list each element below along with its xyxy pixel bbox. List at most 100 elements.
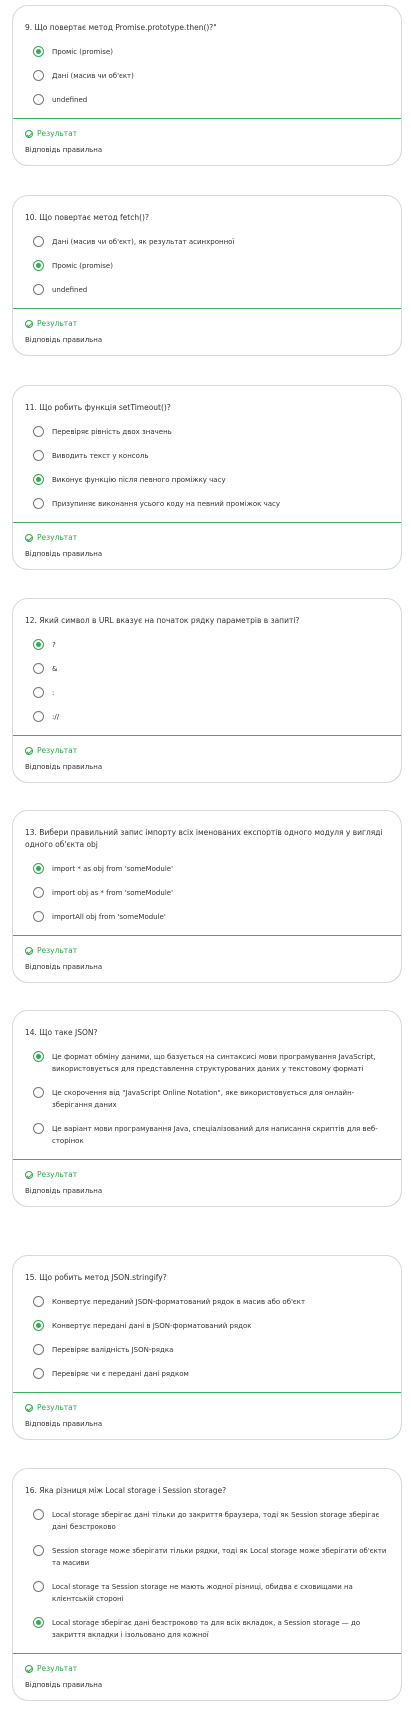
quiz-results-page: 9. Що повертає метод Promise.prototype.t… xyxy=(0,0,411,1718)
check-circle-icon xyxy=(25,1404,33,1412)
result-title: Результат xyxy=(37,946,78,955)
result-panel: Результат Відповідь правильна xyxy=(13,522,401,569)
option-label: Це варіант мови програмування Java, спец… xyxy=(52,1125,378,1145)
answer-option[interactable]: Проміс (promise) xyxy=(25,46,389,58)
answer-option[interactable]: Це скорочення від "JavaScript Online Not… xyxy=(25,1087,389,1111)
answer-option[interactable]: Призупиняє виконання усього коду на певн… xyxy=(25,498,389,510)
answer-option[interactable]: Local storage та Session storage не мают… xyxy=(25,1581,389,1605)
radio[interactable] xyxy=(33,663,44,674)
answer-option[interactable]: Session storage може зберігати тільки ря… xyxy=(25,1545,389,1569)
answer-option[interactable]: Перевіряє валідність JSON-рядка xyxy=(25,1344,389,1356)
radio[interactable] xyxy=(33,1296,44,1307)
answer-option[interactable]: :// xyxy=(25,711,389,723)
radio-selected[interactable] xyxy=(33,46,44,57)
result-panel: Результат Відповідь правильна xyxy=(13,1653,401,1700)
option-label: Перевіряє чи є передані дані рядком xyxy=(52,1370,189,1378)
answer-option[interactable]: Конвертує переданий JSON-форматований ря… xyxy=(25,1296,389,1308)
radio-selected[interactable] xyxy=(33,1320,44,1331)
radio[interactable] xyxy=(33,426,44,437)
option-label: : xyxy=(52,689,55,697)
radio[interactable] xyxy=(33,94,44,105)
radio-selected[interactable] xyxy=(33,1051,44,1062)
result-panel: Результат Відповідь правильна xyxy=(13,1159,401,1206)
answer-option[interactable]: importAll obj from 'someModule' xyxy=(25,911,389,923)
answer-option[interactable]: & xyxy=(25,663,389,675)
result-title: Результат xyxy=(37,129,78,138)
answer-option[interactable]: Виконує функцію після певного проміжку ч… xyxy=(25,474,389,486)
radio[interactable] xyxy=(33,1087,44,1098)
result-panel: Результат Відповідь правильна xyxy=(13,935,401,982)
option-label: Перевіряє рівність двох значень xyxy=(52,428,172,436)
radio[interactable] xyxy=(33,498,44,509)
answer-option[interactable]: Конвертує передані дані в JSON-форматова… xyxy=(25,1320,389,1332)
result-text: Відповідь правильна xyxy=(25,550,103,558)
option-label: Session storage може зберігати тільки ря… xyxy=(52,1547,387,1567)
answer-option[interactable]: Local storage зберігає дані тільки до за… xyxy=(25,1509,389,1533)
option-label: Дані (масив чи об'єкт) xyxy=(52,72,134,80)
question-card-16: 16. Яка різниця між Local storage і Sess… xyxy=(12,1468,402,1701)
answer-option[interactable]: undefined xyxy=(25,284,389,296)
option-label: undefined xyxy=(52,96,88,104)
answer-option[interactable]: Local storage зберігає дані безстроково … xyxy=(25,1617,389,1641)
answer-option[interactable]: Це формат обміну даними, що базується на… xyxy=(25,1051,389,1075)
answer-option[interactable]: ? xyxy=(25,639,389,651)
question-card-15: 15. Що робить метод JSON.stringify? Конв… xyxy=(12,1255,402,1440)
option-label: Проміс (promise) xyxy=(52,48,113,56)
answer-option[interactable]: Дані (масив чи об'єкт), як результат аси… xyxy=(25,236,389,248)
radio-selected[interactable] xyxy=(33,1617,44,1628)
answer-option[interactable]: import obj as * from 'someModule' xyxy=(25,887,389,899)
radio[interactable] xyxy=(33,911,44,922)
option-label: & xyxy=(52,665,58,673)
answer-option[interactable]: Виводить текст у консоль xyxy=(25,450,389,462)
radio[interactable] xyxy=(33,284,44,295)
radio[interactable] xyxy=(33,1123,44,1134)
radio[interactable] xyxy=(33,1545,44,1556)
option-label: Local storage зберігає дані тільки до за… xyxy=(52,1511,380,1531)
answer-option[interactable]: Проміс (promise) xyxy=(25,260,389,272)
radio[interactable] xyxy=(33,1368,44,1379)
radio[interactable] xyxy=(33,236,44,247)
answer-option[interactable]: Перевіряє чи є передані дані рядком xyxy=(25,1368,389,1380)
result-panel: Результат Відповідь правильна xyxy=(13,735,401,782)
result-text: Відповідь правильна xyxy=(25,963,103,971)
radio[interactable] xyxy=(33,887,44,898)
answer-option[interactable]: undefined xyxy=(25,94,389,106)
question-card-10: 10. Що повертає метод fetch()? Дані (мас… xyxy=(12,195,402,356)
answer-option[interactable]: import * as obj from 'someModule' xyxy=(25,863,389,875)
result-text: Відповідь правильна xyxy=(25,1420,103,1428)
radio-selected[interactable] xyxy=(33,863,44,874)
check-circle-icon xyxy=(25,747,33,755)
option-label: Перевіряє валідність JSON-рядка xyxy=(52,1346,174,1354)
result-title: Результат xyxy=(37,1170,78,1179)
radio[interactable] xyxy=(33,1509,44,1520)
answer-option[interactable]: Дані (масив чи об'єкт) xyxy=(25,70,389,82)
option-label: Local storage та Session storage не мают… xyxy=(52,1583,353,1603)
question-title: 11. Що робить функція setTimeout()? xyxy=(25,403,171,412)
option-label: Local storage зберігає дані безстроково … xyxy=(52,1619,361,1639)
question-title: 16. Яка різниця між Local storage і Sess… xyxy=(25,1486,227,1495)
check-circle-icon xyxy=(25,1665,33,1673)
option-label: Виконує функцію після певного проміжку ч… xyxy=(52,476,226,484)
check-circle-icon xyxy=(25,947,33,955)
answer-option[interactable]: Перевіряє рівність двох значень xyxy=(25,426,389,438)
radio[interactable] xyxy=(33,450,44,461)
option-label: Конвертує переданий JSON-форматований ря… xyxy=(52,1298,306,1306)
check-circle-icon xyxy=(25,130,33,138)
result-title: Результат xyxy=(37,1403,78,1412)
result-panel: Результат Відповідь правильна xyxy=(13,308,401,355)
answer-option[interactable]: Це варіант мови програмування Java, спец… xyxy=(25,1123,389,1147)
question-title: 10. Що повертає метод fetch()? xyxy=(25,213,149,222)
question-card-11: 11. Що робить функція setTimeout()? Пере… xyxy=(12,385,402,570)
radio[interactable] xyxy=(33,1344,44,1355)
radio[interactable] xyxy=(33,1581,44,1592)
question-card-12: 12. Який символ в URL вказує на початок … xyxy=(12,598,402,783)
radio-selected[interactable] xyxy=(33,474,44,485)
radio[interactable] xyxy=(33,70,44,81)
radio[interactable] xyxy=(33,687,44,698)
radio-selected[interactable] xyxy=(33,639,44,650)
option-label: ? xyxy=(52,641,56,649)
radio-selected[interactable] xyxy=(33,260,44,271)
answer-option[interactable]: : xyxy=(25,687,389,699)
result-title: Результат xyxy=(37,746,78,755)
radio[interactable] xyxy=(33,711,44,722)
